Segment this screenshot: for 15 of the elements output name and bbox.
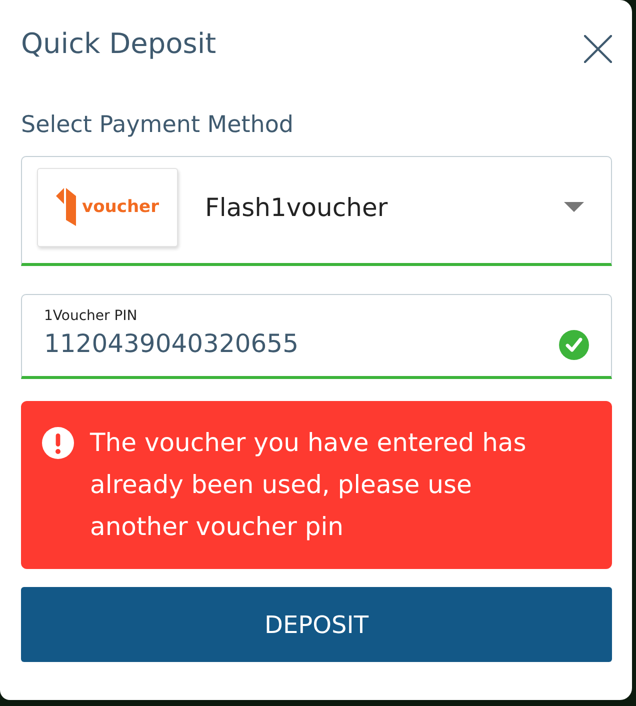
logo-text: voucher (82, 197, 159, 217)
pin-input-field[interactable]: 1Voucher PIN 1120439040320655 (21, 294, 612, 379)
close-button[interactable] (584, 35, 612, 63)
payment-method-select[interactable]: voucher Flash1voucher (21, 156, 612, 266)
pin-field-label: 1Voucher PIN (44, 306, 138, 324)
dialog-title: Quick Deposit (21, 26, 216, 62)
error-message: The voucher you have entered has already been used, please use another voucher pin (90, 427, 528, 543)
selected-method-text: Flash1voucher (205, 192, 389, 222)
exclamation-circle-icon (42, 427, 74, 459)
close-icon (584, 35, 612, 63)
number-one-icon (56, 188, 76, 226)
pin-value-text: 1120439040320655 (44, 328, 298, 360)
caret-down-icon (564, 202, 584, 212)
deposit-button[interactable]: DEPOSIT (21, 587, 612, 662)
section-label: Select Payment Method (21, 111, 295, 140)
